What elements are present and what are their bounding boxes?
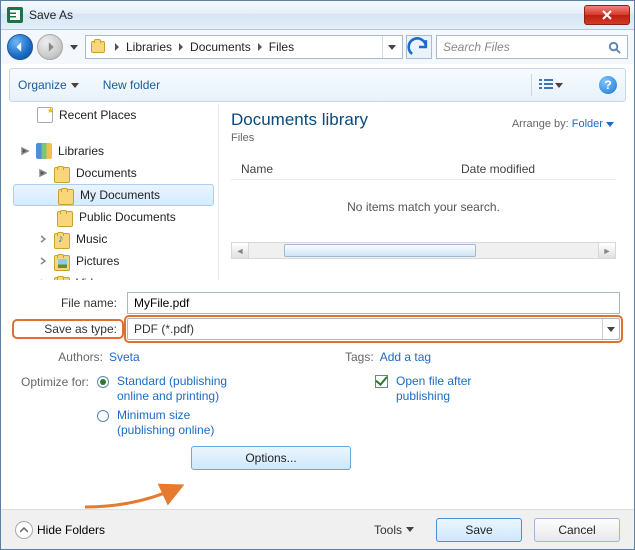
column-date[interactable]: Date modified: [461, 162, 535, 176]
titlebar: Save As: [1, 1, 634, 30]
pictures-icon: [54, 255, 70, 271]
expand-icon[interactable]: [37, 256, 48, 267]
chevron-right-icon[interactable]: [255, 36, 265, 58]
tree-documents[interactable]: Documents: [9, 162, 218, 184]
tree-recent-places[interactable]: Recent Places: [9, 104, 218, 126]
search-icon: [608, 41, 621, 54]
new-folder-button[interactable]: New folder: [103, 78, 160, 92]
tree-videos[interactable]: Videos: [9, 272, 218, 280]
nav-bar: Libraries Documents Files Search Files: [1, 30, 634, 64]
chevron-down-icon: [602, 319, 618, 339]
libraries-icon: [36, 143, 52, 159]
scroll-right-icon[interactable]: ►: [598, 243, 615, 258]
authors-label: Authors:: [29, 350, 103, 364]
library-subtitle: Files: [231, 132, 616, 144]
authors-value[interactable]: Sveta: [109, 350, 140, 364]
column-headers[interactable]: Name Date modified: [231, 158, 616, 180]
file-list-pane: Documents library Files Arrange by: Fold…: [219, 104, 626, 280]
toolbar: Organize New folder ?: [9, 68, 626, 102]
optimize-minimum-label[interactable]: Minimum size (publishing online): [117, 408, 237, 438]
forward-arrow-icon: [44, 41, 56, 53]
optimize-standard-radio[interactable]: [97, 376, 109, 388]
organize-menu[interactable]: Organize: [18, 78, 79, 92]
dialog-footer: Hide Folders Tools Save Cancel: [1, 509, 634, 549]
chevron-right-icon[interactable]: [176, 36, 186, 58]
refresh-button[interactable]: [406, 35, 432, 59]
videos-icon: [54, 277, 70, 281]
optimize-label: Optimize for:: [15, 374, 89, 389]
tools-menu[interactable]: Tools: [374, 523, 414, 537]
tree-public-documents[interactable]: Public Documents: [9, 206, 218, 228]
chevron-right-icon[interactable]: [112, 36, 122, 58]
folder-icon: [58, 189, 74, 205]
breadcrumb-documents[interactable]: Documents: [186, 36, 255, 58]
music-icon: [54, 233, 70, 249]
excel-icon: [7, 7, 23, 23]
view-mode-button[interactable]: [531, 74, 569, 96]
search-placeholder: Search Files: [443, 40, 510, 54]
chevron-up-icon: [15, 521, 33, 539]
scrollbar-thumb[interactable]: [284, 244, 476, 257]
scroll-left-icon[interactable]: ◄: [232, 243, 249, 258]
arrange-by-value: Folder: [572, 118, 603, 130]
tree-pictures[interactable]: Pictures: [9, 250, 218, 272]
refresh-icon: [407, 35, 431, 59]
search-input[interactable]: Search Files: [436, 35, 628, 59]
recent-places-icon: [37, 107, 53, 123]
expand-icon[interactable]: [37, 278, 48, 281]
options-button[interactable]: Options...: [191, 446, 351, 470]
tree-my-documents[interactable]: My Documents: [13, 184, 214, 206]
close-icon: [602, 10, 612, 20]
help-button[interactable]: ?: [599, 76, 617, 94]
tags-label: Tags:: [300, 350, 374, 364]
help-icon: ?: [604, 78, 611, 92]
breadcrumb-files[interactable]: Files: [265, 36, 298, 58]
breadcrumb-libraries[interactable]: Libraries: [122, 36, 176, 58]
back-button[interactable]: [7, 34, 33, 60]
savetype-dropdown[interactable]: PDF (*.pdf): [127, 318, 620, 340]
breadcrumb-dropdown[interactable]: [382, 36, 400, 58]
annotation-arrow: [81, 483, 191, 511]
folder-icon: [57, 211, 73, 227]
view-list-icon: [539, 79, 553, 91]
hide-folders-button[interactable]: Hide Folders: [15, 521, 105, 539]
window-title: Save As: [29, 8, 73, 22]
libraries-root-icon: [91, 38, 109, 56]
save-as-dialog: Save As Libraries Documents Files: [0, 0, 635, 550]
filename-label: File name:: [15, 296, 121, 310]
collapse-icon[interactable]: [19, 146, 30, 157]
tree-music[interactable]: Music: [9, 228, 218, 250]
horizontal-scrollbar[interactable]: ◄ ►: [231, 242, 616, 259]
tree-libraries[interactable]: Libraries: [9, 140, 218, 162]
optimize-minimum-radio[interactable]: [97, 410, 109, 422]
open-after-checkbox[interactable]: [375, 375, 388, 388]
folder-icon: [54, 167, 70, 183]
forward-button[interactable]: [37, 34, 63, 60]
close-button[interactable]: [584, 5, 630, 25]
empty-message: No items match your search.: [231, 200, 616, 214]
tags-value[interactable]: Add a tag: [380, 350, 431, 364]
back-arrow-icon: [14, 41, 26, 53]
expand-icon[interactable]: [37, 234, 48, 245]
column-name[interactable]: Name: [241, 162, 461, 176]
nav-history-dropdown[interactable]: [67, 34, 81, 60]
savetype-value: PDF (*.pdf): [134, 322, 194, 336]
breadcrumb[interactable]: Libraries Documents Files: [85, 35, 403, 59]
save-button[interactable]: Save: [436, 518, 522, 542]
filename-input[interactable]: [127, 292, 620, 314]
nav-tree: Recent Places Libraries Documents My Doc…: [9, 104, 219, 280]
savetype-label: Save as type:: [15, 322, 121, 336]
cancel-button[interactable]: Cancel: [534, 518, 620, 542]
arrange-by[interactable]: Arrange by: Folder: [512, 118, 614, 130]
optimize-standard-label[interactable]: Standard (publishing online and printing…: [117, 374, 237, 404]
collapse-icon[interactable]: [37, 168, 48, 179]
save-form: File name: Save as type: PDF (*.pdf) Aut…: [15, 290, 620, 470]
open-after-label[interactable]: Open file after publishing: [396, 374, 506, 404]
